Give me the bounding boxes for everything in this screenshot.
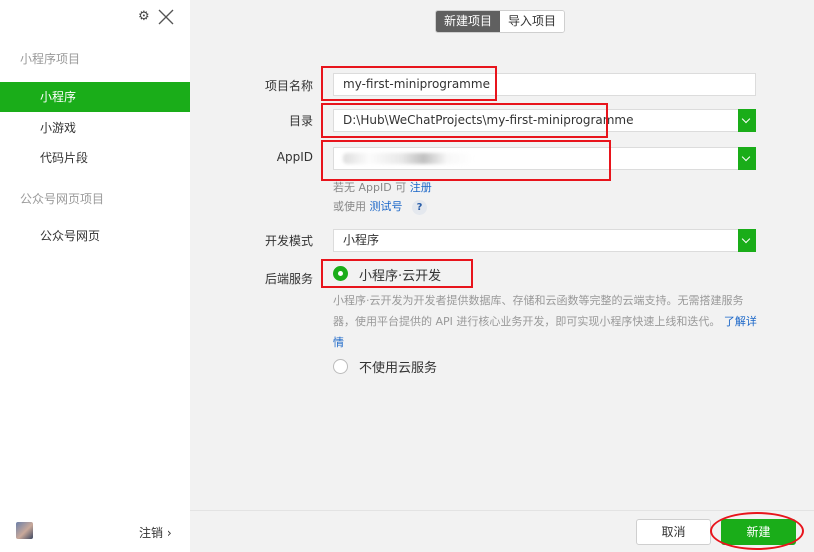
sidebar-item-miniprogram[interactable]: 小程序 — [0, 82, 190, 112]
tab-import-project[interactable]: 导入项目 — [500, 11, 565, 32]
backend-label: 后端服务 — [264, 272, 313, 286]
avatar — [16, 522, 33, 539]
sidebar-item-code-snippet[interactable]: 代码片段 — [0, 143, 190, 173]
directory-dropdown-icon[interactable] — [738, 109, 756, 132]
main-panel: 新建项目 导入项目 项目名称 my-first-miniprogramme 目录… — [190, 0, 814, 552]
sidebar: ⚙ 小程序项目 小程序 小游戏 代码片段 公众号网页项目 公众号网页 注销 › — [0, 0, 190, 552]
highlight-box-directory — [321, 103, 608, 138]
test-account-hint-text: 或使用 — [333, 200, 366, 213]
sidebar-item-minigame[interactable]: 小游戏 — [0, 113, 190, 143]
directory-label: 目录 — [288, 114, 313, 128]
dev-mode-dropdown-icon[interactable] — [738, 229, 756, 252]
help-icon[interactable]: ? — [412, 200, 427, 215]
highlight-ellipse-create — [710, 512, 804, 550]
radio-no-cloud[interactable] — [333, 359, 348, 374]
highlight-box-project-name — [321, 66, 497, 101]
close-icon[interactable] — [157, 8, 175, 26]
sidebar-footer: 注销 › — [0, 512, 190, 552]
appid-label: AppID — [276, 150, 313, 164]
project-tabs: 新建项目 导入项目 — [435, 10, 566, 33]
test-account-link[interactable]: 测试号 — [370, 200, 403, 213]
backend-description: 小程序·云开发为开发者提供数据库、存储和云函数等完整的云端支持。无需搭建服务器，… — [333, 290, 761, 353]
sidebar-section-miniprogram: 小程序项目 — [20, 52, 81, 66]
highlight-box-appid — [321, 140, 611, 181]
sidebar-section-official: 公众号网页项目 — [20, 192, 105, 206]
appid-hint: 若无 AppID 可 注册 — [333, 179, 432, 195]
sidebar-item-official-webpage[interactable]: 公众号网页 — [0, 221, 190, 251]
project-name-label: 项目名称 — [264, 79, 313, 93]
appid-hint-text: 若无 AppID 可 — [333, 181, 407, 194]
new-project-window: ⚙ 小程序项目 小程序 小游戏 代码片段 公众号网页项目 公众号网页 注销 › … — [0, 0, 814, 552]
dev-mode-value: 小程序 — [343, 233, 380, 247]
dev-mode-label: 开发模式 — [264, 234, 313, 248]
tab-new-project[interactable]: 新建项目 — [436, 11, 501, 32]
backend-description-text: 小程序·云开发为开发者提供数据库、存储和云函数等完整的云端支持。无需搭建服务器，… — [333, 294, 744, 328]
logout-link[interactable]: 注销 › — [139, 524, 172, 541]
test-account-hint: 或使用 测试号 ? — [333, 198, 427, 215]
register-link[interactable]: 注册 — [410, 181, 432, 194]
cancel-button[interactable]: 取消 — [636, 519, 711, 545]
highlight-box-cloud-option — [321, 259, 473, 288]
appid-dropdown-icon[interactable] — [738, 147, 756, 170]
backend-option-none-label[interactable]: 不使用云服务 — [359, 357, 437, 376]
gear-icon[interactable]: ⚙ — [138, 10, 150, 24]
dev-mode-select[interactable]: 小程序 — [333, 229, 756, 252]
